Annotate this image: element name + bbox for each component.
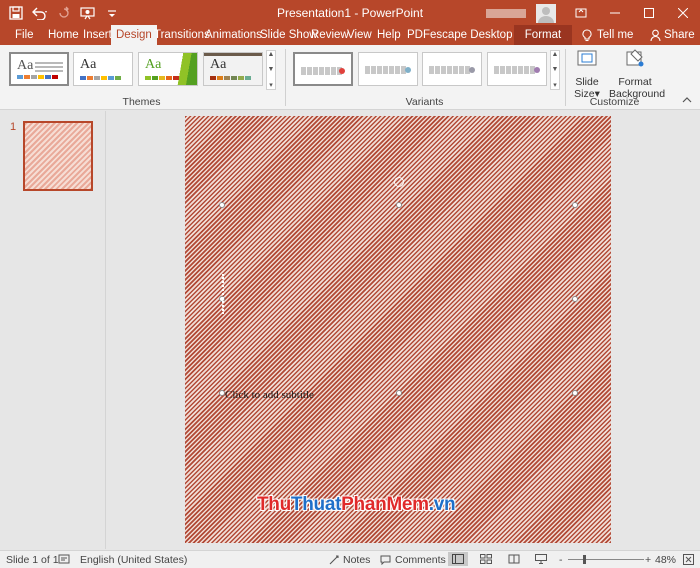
variant-thumbnail[interactable] xyxy=(487,52,547,86)
zoom-in-button[interactable]: + xyxy=(645,554,651,566)
fit-to-window-button[interactable] xyxy=(683,554,694,565)
resize-handle[interactable] xyxy=(219,202,225,208)
tab-file[interactable]: File xyxy=(10,25,39,45)
scroll-up-icon[interactable]: ▲ xyxy=(268,51,275,58)
comment-icon xyxy=(380,555,391,565)
language-indicator[interactable]: English (United States) xyxy=(80,554,187,566)
more-icon[interactable]: ▾ xyxy=(553,81,557,89)
slide-thumbnail[interactable] xyxy=(23,121,93,191)
normal-view-icon xyxy=(452,554,464,564)
tab-help[interactable]: Help xyxy=(372,25,406,45)
variant-thumbnail[interactable] xyxy=(358,52,418,86)
resize-handle[interactable] xyxy=(396,390,402,396)
scroll-up-icon[interactable]: ▲ xyxy=(552,51,559,58)
close-icon[interactable] xyxy=(666,0,700,25)
themes-group: Aa Aa Aa Aa ▲ ▼ ▾ Themes xyxy=(0,45,283,110)
notes-button[interactable]: Notes xyxy=(329,554,370,566)
watermark-logo: ThuThuatPhanMem.vn xyxy=(257,494,456,515)
slide-sorter-view-button[interactable] xyxy=(480,554,492,564)
resize-handle[interactable] xyxy=(572,296,578,302)
ribbon-tabs: File Home Insert Design Transitions Anim… xyxy=(0,25,700,45)
variant-thumbnail[interactable] xyxy=(293,52,353,86)
slide-canvas[interactable]: Click to add subtitle ThuThuatPhanMem.vn xyxy=(185,116,611,543)
zoom-slider-thumb[interactable] xyxy=(583,555,586,564)
zoom-level[interactable]: 48% xyxy=(655,554,676,566)
slide-editor: Click to add subtitle ThuThuatPhanMem.vn xyxy=(107,111,700,549)
slide-size-button[interactable]: Slide Size▾ xyxy=(573,48,601,100)
variants-gallery-scroll[interactable]: ▲ ▼ ▾ xyxy=(550,50,560,90)
reading-view-button[interactable] xyxy=(508,554,520,564)
customize-group-label: Customize xyxy=(589,96,640,108)
variants-group-label: Variants xyxy=(405,96,444,108)
resize-handle[interactable] xyxy=(396,202,402,208)
themes-gallery-scroll[interactable]: ▲ ▼ ▾ xyxy=(266,50,276,90)
avatar[interactable] xyxy=(536,3,556,23)
account-area[interactable] xyxy=(486,3,556,23)
lightbulb-icon xyxy=(582,28,592,41)
normal-view-button[interactable] xyxy=(448,552,468,566)
comments-button[interactable]: Comments xyxy=(380,554,446,566)
maximize-icon[interactable] xyxy=(632,0,666,25)
variant-thumbnail[interactable] xyxy=(422,52,482,86)
share-label: Share xyxy=(664,29,695,41)
themes-group-label: Themes xyxy=(122,96,161,108)
account-name-redacted xyxy=(486,8,526,18)
ribbon-design: Aa Aa Aa Aa ▲ ▼ ▾ Themes ▲ ▼ ▾ Variants … xyxy=(0,45,700,110)
slide-thumbnails-pane: 1 xyxy=(0,111,106,549)
subtitle-placeholder[interactable]: Click to add subtitle xyxy=(225,389,314,401)
zoom-out-button[interactable]: - xyxy=(559,554,563,566)
text-cursor-guide xyxy=(222,274,224,314)
ribbon-display-options-icon[interactable] xyxy=(564,0,598,25)
notes-icon xyxy=(329,555,339,565)
theme-thumbnail[interactable]: Aa xyxy=(138,52,198,86)
customize-group: Slide Size▾ Format Background Customize xyxy=(567,45,665,110)
status-bar: Slide 1 of 1 English (United States) Not… xyxy=(0,550,700,568)
resize-handle[interactable] xyxy=(572,390,578,396)
scroll-down-icon[interactable]: ▼ xyxy=(268,66,275,73)
format-background-icon xyxy=(626,49,644,67)
resize-handle[interactable] xyxy=(572,202,578,208)
slide-sorter-icon xyxy=(480,554,492,564)
tab-format[interactable]: Format xyxy=(514,25,572,45)
variants-group: ▲ ▼ ▾ Variants xyxy=(287,45,562,110)
theme-thumbnail[interactable]: Aa xyxy=(203,52,263,86)
minimize-icon[interactable] xyxy=(598,0,632,25)
scroll-down-icon[interactable]: ▼ xyxy=(552,66,559,73)
slide-show-button[interactable] xyxy=(535,554,547,564)
spelling-icon[interactable] xyxy=(58,554,70,565)
share-button[interactable]: Share xyxy=(650,25,695,45)
collapse-ribbon-icon[interactable] xyxy=(682,95,692,105)
format-background-button[interactable]: Format Background xyxy=(609,48,665,100)
slide-size-icon xyxy=(577,50,597,66)
more-icon[interactable]: ▾ xyxy=(269,81,273,89)
theme-thumbnail[interactable]: Aa xyxy=(9,52,69,86)
reading-view-icon xyxy=(508,554,520,564)
theme-thumbnail[interactable]: Aa xyxy=(73,52,133,86)
slideshow-icon xyxy=(535,554,547,564)
person-icon xyxy=(650,29,661,41)
slide-indicator: Slide 1 of 1 xyxy=(6,554,59,566)
title-bar: Presentation1 - PowerPoint xyxy=(0,0,700,25)
zoom-slider[interactable] xyxy=(568,559,644,560)
rotate-handle[interactable] xyxy=(394,177,404,187)
fit-window-icon xyxy=(683,554,694,565)
slide-number: 1 xyxy=(10,121,17,133)
tell-me-label: Tell me xyxy=(597,29,634,41)
tell-me-search[interactable]: Tell me xyxy=(582,25,633,45)
